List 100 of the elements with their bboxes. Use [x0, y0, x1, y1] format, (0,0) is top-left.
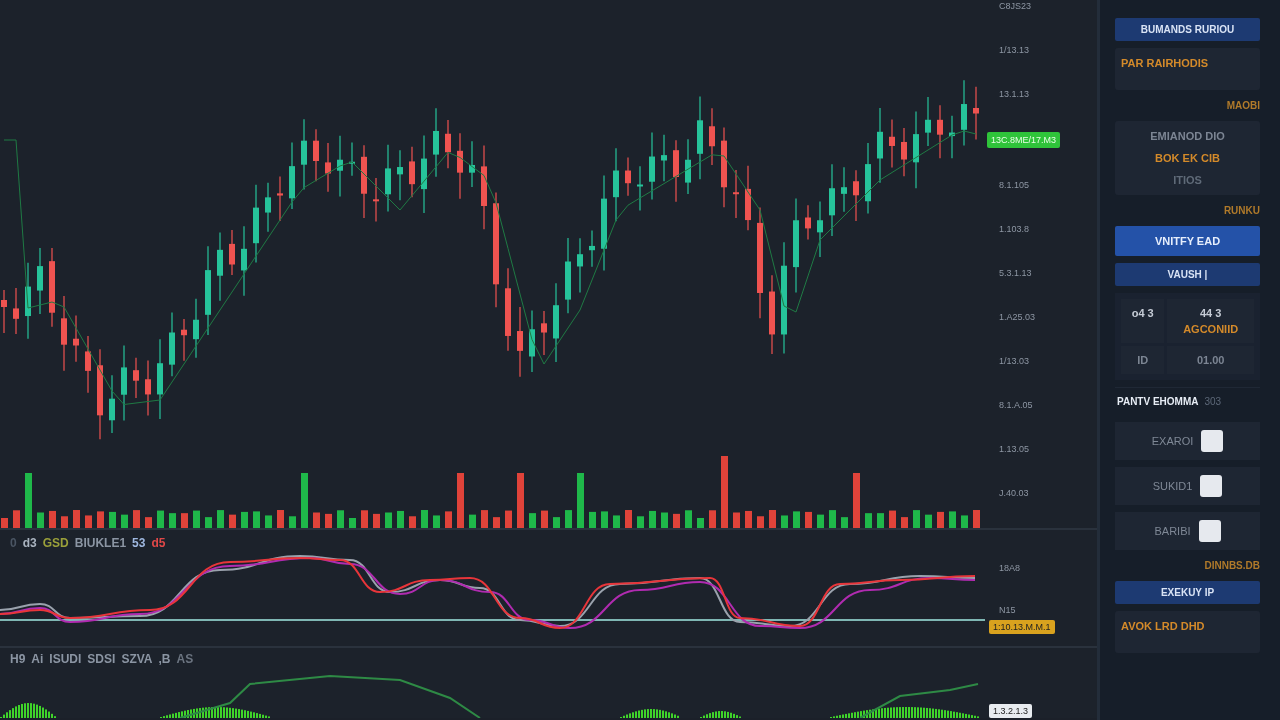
legend-label: Ai [31, 652, 44, 666]
candle [169, 312, 175, 377]
candle [85, 335, 91, 394]
section-value: 303 [1204, 396, 1222, 407]
option-row[interactable]: BARIBI [1115, 512, 1260, 550]
panel-text: o4 3 [1131, 307, 1154, 319]
candle [181, 318, 187, 362]
candle [673, 139, 679, 203]
axis-label: 5.3.1.13 [999, 267, 1032, 280]
panel-text: ID [1137, 354, 1149, 366]
axis-label: 8.1.105 [999, 179, 1030, 192]
panel-text: 44 3 [1199, 307, 1222, 319]
candle [73, 314, 79, 363]
panel-text: EMIANOD DIO [1150, 130, 1225, 142]
candle [433, 107, 439, 178]
candle [457, 132, 463, 200]
price-badge: 1:10.13.M.M.1 [989, 620, 1055, 634]
panel-note: MAOBI [1226, 99, 1260, 113]
legend-label: d5 [151, 536, 166, 550]
axis-label: C8JS23 [999, 0, 1032, 13]
panel-text: ITIOS [1173, 174, 1202, 186]
candle [517, 306, 523, 378]
panel-text: BOK EK CIB [1155, 152, 1220, 164]
candle [385, 144, 391, 212]
option-row[interactable]: SUKID1 [1115, 467, 1260, 505]
candle [37, 247, 43, 315]
legend-label: SZVA [121, 652, 153, 666]
candle [289, 141, 295, 210]
legend-label: SDSI [87, 652, 116, 666]
axis-label: 1/13.13 [999, 44, 1030, 57]
candle [133, 357, 139, 399]
candle [229, 229, 235, 276]
option-row[interactable]: EXAROI [1115, 422, 1260, 460]
candle [193, 298, 199, 359]
action-button[interactable]: VNITFY EAD [1115, 226, 1260, 256]
candle [277, 175, 283, 222]
candle [733, 169, 739, 219]
panel-text: 01.00 [1196, 354, 1225, 366]
candle [637, 165, 643, 211]
candle [349, 141, 355, 177]
legend-label: GSD [42, 536, 69, 550]
axis-label: 1.A25.03 [999, 311, 1036, 324]
candle [397, 149, 403, 201]
axis-label: N15 [999, 604, 1016, 616]
legend-label: d3 [22, 536, 37, 550]
candle [241, 225, 247, 297]
candle [409, 146, 415, 198]
legend-label: 53 [132, 536, 146, 550]
section-header: EXEKUY IP [1115, 581, 1260, 604]
candle [961, 79, 967, 147]
price-badge: 1.3.2.1.3 [989, 704, 1033, 718]
candle [265, 182, 271, 233]
candle [817, 200, 823, 258]
section-title: PANTV EHOMMA [1117, 396, 1199, 407]
candle [313, 128, 319, 182]
candle [685, 138, 691, 195]
legend-label: H9 [10, 652, 26, 666]
candle [745, 165, 751, 231]
axis-label: 1/13.03 [999, 355, 1030, 368]
section-header: VAUSH | [1115, 263, 1260, 286]
section-header: BUMANDS RURIOU [1115, 18, 1260, 41]
candle [889, 118, 895, 169]
candle [589, 229, 595, 268]
panel-text: AGCONIID [1183, 323, 1239, 335]
candle [1, 289, 7, 334]
legend-label: 0 [10, 536, 17, 550]
option-label: EXAROI [1151, 435, 1194, 447]
axis-label: 18A8 [999, 562, 1021, 574]
candle [445, 119, 451, 169]
legend-label: ,B [158, 652, 171, 666]
candle [337, 135, 343, 197]
candle [625, 156, 631, 197]
checkbox[interactable] [1201, 430, 1224, 452]
candle [853, 169, 859, 222]
price-badge: 13C.8ME/17.M3 [987, 132, 1061, 148]
panel-text: PAR RAIRHODIS [1121, 57, 1209, 69]
panel-text: AVOK LRD DHD [1121, 620, 1205, 632]
candle [649, 132, 655, 200]
candle [709, 107, 715, 166]
candle [841, 166, 847, 213]
axis-label: 1.13.05 [999, 443, 1030, 456]
legend-label: AS [176, 652, 194, 666]
candle [13, 287, 19, 335]
legend-label: BIUKLE1 [74, 536, 127, 550]
option-label: BARIBI [1154, 525, 1191, 537]
axis-label: 13.1.13 [999, 88, 1030, 101]
panel-note: DINNBS.DB [1204, 559, 1260, 573]
candle [937, 104, 943, 159]
checkbox[interactable] [1198, 520, 1221, 542]
panel-note: RUNKU [1223, 204, 1260, 218]
candle [109, 374, 115, 434]
checkbox[interactable] [1200, 475, 1223, 497]
candle [901, 127, 907, 177]
candle [949, 115, 955, 159]
candle [805, 204, 811, 241]
axis-label: 1.103.8 [999, 223, 1030, 236]
candle [541, 310, 547, 356]
candle [529, 310, 535, 373]
option-label: SUKID1 [1152, 480, 1193, 492]
candle [661, 134, 667, 182]
